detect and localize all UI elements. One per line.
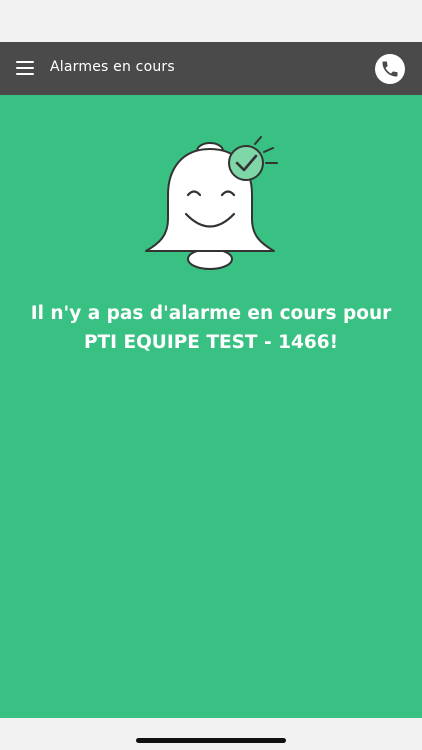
status-bar: [0, 0, 422, 42]
call-button[interactable]: [375, 54, 405, 84]
bottom-safe-area: [0, 718, 422, 750]
app-bar: Alarmes en cours: [0, 42, 422, 95]
alarm-status-panel: Il n'y a pas d'alarme en cours pour PTI …: [0, 95, 422, 718]
menu-button[interactable]: [16, 61, 34, 75]
page-title: Alarmes en cours: [50, 59, 175, 75]
hamburger-menu-icon-line: [16, 67, 34, 69]
no-alarm-message-line2: PTI EQUIPE TEST - 1466!: [83, 332, 339, 353]
no-alarm-message: Il n'y a pas d'alarme en cours pour PTI …: [0, 299, 422, 357]
phone-icon: [382, 61, 398, 77]
home-indicator[interactable]: [136, 738, 286, 743]
hamburger-menu-icon-line: [16, 73, 34, 75]
no-alarm-message-line1: Il n'y a pas d'alarme en cours pour: [30, 303, 392, 324]
hamburger-menu-icon-line: [16, 61, 34, 63]
smiling-bell-check-icon: [145, 136, 278, 270]
